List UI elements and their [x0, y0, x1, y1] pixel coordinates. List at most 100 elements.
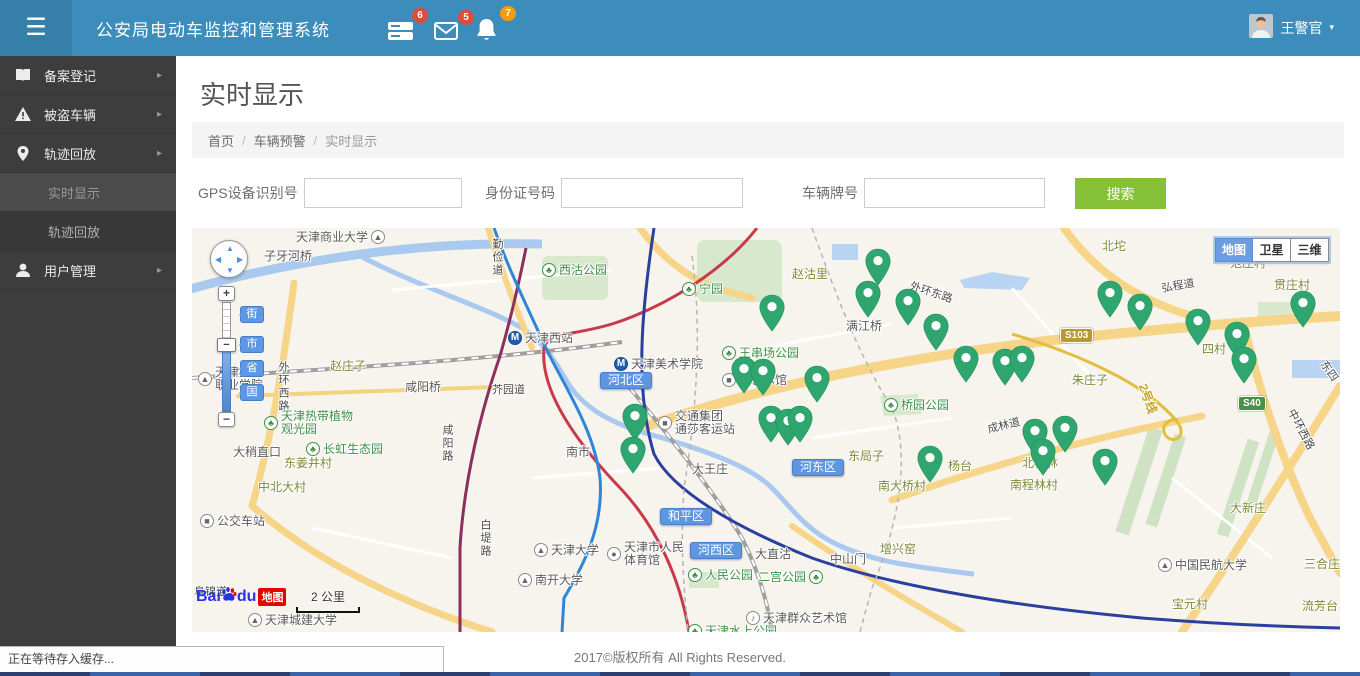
map-label-text: 中北大村 — [258, 481, 306, 494]
zoom-slider-handle[interactable]: − — [217, 338, 236, 352]
map-label-text: 东姜井村 — [284, 457, 332, 470]
vehicle-marker[interactable] — [804, 365, 830, 403]
vehicle-marker[interactable] — [1290, 290, 1316, 328]
vehicle-marker[interactable] — [750, 358, 776, 396]
chevron-right-icon: ▸ — [157, 70, 162, 81]
vehicle-marker[interactable] — [923, 313, 949, 351]
map-label-text: 朱庄子 — [1072, 374, 1108, 387]
sidebar-item-track-playback-group[interactable]: 轨迹回放 ▸ — [0, 134, 176, 173]
map-label-text: 外环西路 — [276, 361, 289, 413]
vehicle-marker[interactable] — [953, 345, 979, 383]
map-label-text: 天津热带植物观光园 — [281, 410, 353, 436]
bus-icon: ■ — [658, 416, 672, 430]
baidu-map-badge: 地图 — [258, 588, 286, 606]
map-label: 东局子 — [848, 450, 884, 463]
zoom-level-country[interactable]: 国 — [240, 384, 264, 401]
sidebar-item-track-playback[interactable]: 轨迹回放 — [0, 212, 176, 251]
map-type-satellite-button[interactable]: 卫星 — [1253, 238, 1291, 262]
vehicle-marker[interactable] — [1092, 448, 1118, 486]
pan-right-icon[interactable]: ▶ — [237, 255, 243, 264]
chevron-right-icon: ▸ — [157, 109, 162, 120]
map-label: ■公交车站 — [200, 514, 265, 528]
map-label-text: 赵庄子 — [330, 360, 366, 373]
zoom-level-street[interactable]: 街 — [240, 306, 264, 323]
breadcrumb: 首页 / 车辆预警 / 实时显示 — [192, 122, 1344, 158]
map-scale-bar — [296, 607, 360, 613]
map-label: ♣人民公园 — [688, 568, 753, 582]
tasks-menu-button[interactable]: 6 — [388, 20, 418, 46]
vehicle-marker[interactable] — [787, 405, 813, 443]
messages-menu-button[interactable]: 5 — [434, 22, 464, 48]
map-type-3d-button[interactable]: 三维 — [1291, 238, 1329, 262]
vehicle-marker[interactable] — [1097, 280, 1123, 318]
map-label: 天津商业大学▲ — [296, 230, 385, 244]
sidebar-item-stolen-vehicles[interactable]: 被盗车辆 ▸ — [0, 95, 176, 134]
main-content: 实时显示 首页 / 车辆预警 / 实时显示 GPS设备识别号 身份证号码 车辆牌… — [176, 56, 1360, 632]
vehicle-marker[interactable] — [620, 436, 646, 474]
zoom-level-city[interactable]: 市 — [240, 336, 264, 353]
map-label-text: 天津群众艺术馆 — [763, 612, 847, 625]
sidebar-item-registration[interactable]: 备案登记 ▸ — [0, 56, 176, 95]
pan-down-icon[interactable]: ▼ — [226, 266, 234, 275]
map-label-text: 天津城建大学 — [265, 614, 337, 627]
zoom-level-province[interactable]: 省 — [240, 360, 264, 377]
sidebar: 备案登记 ▸ 被盗车辆 ▸ 轨迹回放 ▸ 实时显示 轨迹回放 用户管理 ▸ — [0, 56, 176, 646]
map-label: ♣西沽公园 — [542, 263, 607, 277]
bus-icon: ■ — [200, 514, 214, 528]
vehicle-marker[interactable] — [1231, 346, 1257, 384]
map-label: ♣天津水上公园 — [688, 624, 777, 632]
vehicle-marker[interactable] — [759, 294, 785, 332]
vehicle-marker[interactable] — [1127, 293, 1153, 331]
sidebar-toggle-button[interactable]: ☰ — [0, 0, 72, 56]
school-icon: ▲ — [198, 372, 212, 386]
plate-number-input[interactable] — [864, 178, 1045, 208]
sidebar-item-label: 轨迹回放 — [48, 222, 100, 241]
top-header: ☰ 公安局电动车监控和管理系统 6 5 7 王警官 ▾ — [0, 0, 1360, 56]
vehicle-marker[interactable] — [1052, 415, 1078, 453]
tree-icon: ♣ — [542, 263, 556, 277]
map-label-text: 长虹生态园 — [323, 443, 383, 456]
map-label: 流芳台 — [1302, 600, 1338, 613]
id-number-input[interactable] — [561, 178, 743, 208]
map-label: M天津美术学院 — [614, 357, 703, 371]
search-button[interactable]: 搜索 — [1075, 178, 1166, 209]
map-label: ▲南开大学 — [518, 573, 583, 587]
gps-device-input[interactable] — [304, 178, 462, 208]
map-label-text: 南市 — [566, 446, 590, 459]
school-icon: ▲ — [371, 230, 385, 244]
vehicle-marker[interactable] — [895, 288, 921, 326]
sidebar-item-user-management[interactable]: 用户管理 ▸ — [0, 251, 176, 290]
map-label: 外环西路 — [276, 361, 289, 413]
breadcrumb-vehicle-warning[interactable]: 车辆预警 — [254, 131, 306, 150]
hamburger-icon: ☰ — [25, 16, 47, 40]
map-pan-control[interactable]: ▲ ▼ ◀ ▶ — [210, 240, 248, 278]
map-label: 中北大村 — [258, 481, 306, 494]
vehicle-marker[interactable] — [1185, 308, 1211, 346]
pan-up-icon[interactable]: ▲ — [226, 244, 234, 253]
user-menu[interactable]: 王警官 ▾ — [1249, 14, 1334, 41]
sidebar-item-realtime-display[interactable]: 实时显示 — [0, 173, 176, 212]
notifications-menu-button[interactable]: 7 — [476, 18, 506, 44]
map-type-map-button[interactable]: 地图 — [1215, 238, 1253, 262]
map-label-text: 天津商业大学 — [296, 231, 368, 244]
map-label: ♣宁园 — [682, 282, 723, 296]
vehicle-marker[interactable] — [855, 280, 881, 318]
zoom-in-button[interactable]: + — [218, 286, 235, 301]
breadcrumb-home[interactable]: 首页 — [208, 131, 234, 150]
vehicle-marker[interactable] — [1009, 345, 1035, 383]
map-label-text: 宝元村 — [1172, 598, 1208, 611]
tree-icon: ♣ — [809, 570, 823, 584]
map-label-text: 大稍直口 — [233, 446, 281, 459]
stadium-icon: ● — [607, 547, 621, 561]
tree-icon: ♣ — [264, 416, 278, 430]
map-label-text: 北坨 — [1102, 240, 1126, 253]
map-label: 南市 — [566, 446, 590, 459]
school-icon: ▲ — [518, 573, 532, 587]
zoom-out-button[interactable]: − — [218, 412, 235, 427]
map-label: 宝元村 — [1172, 598, 1208, 611]
map-label-text: 西沽公园 — [559, 264, 607, 277]
map-scale-text: 2 公里 — [296, 588, 360, 605]
vehicle-marker[interactable] — [917, 445, 943, 483]
pan-left-icon[interactable]: ◀ — [215, 255, 221, 264]
map-canvas[interactable]: 天津商业大学▲子牙河桥勤俭道♣西沽公园M天津西站赵庄子外环西路咸阳桥芥园道▲天津… — [192, 228, 1340, 632]
